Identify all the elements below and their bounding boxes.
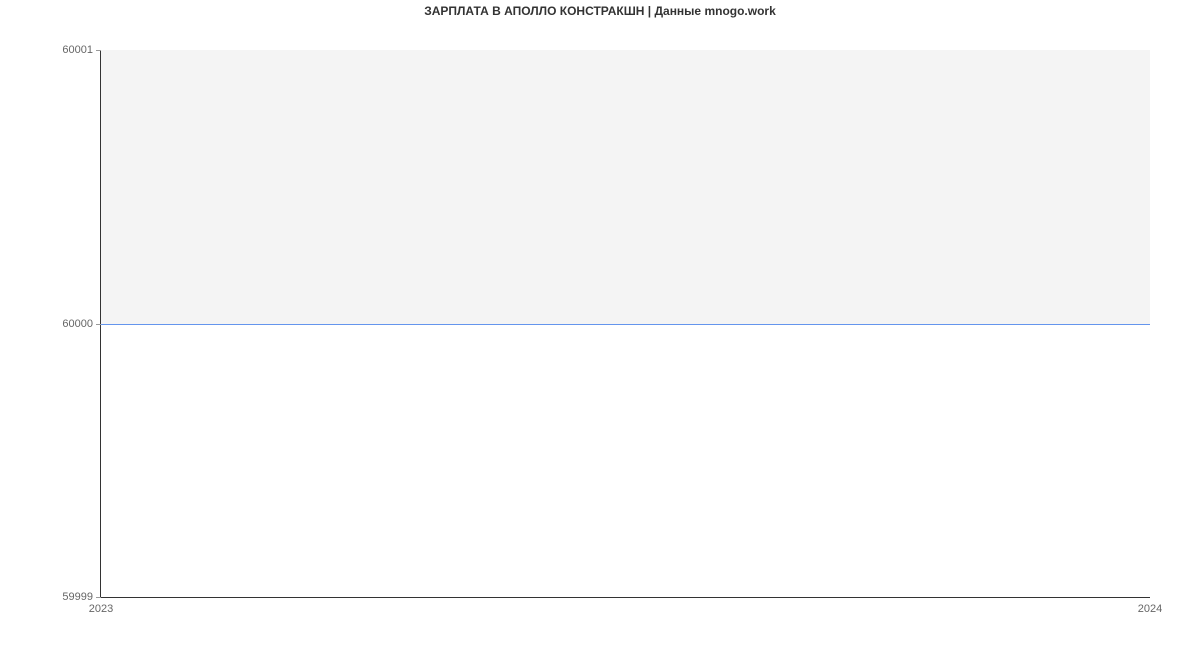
y-tick-mark — [96, 50, 101, 51]
plot-band-upper — [101, 50, 1150, 324]
plot-band-lower — [101, 324, 1150, 598]
x-tick-label: 2023 — [89, 597, 113, 615]
chart-container: ЗАРПЛАТА В АПОЛЛО КОНСТРАКШН | Данные mn… — [0, 0, 1200, 650]
series-line — [101, 324, 1150, 325]
x-tick-label: 2024 — [1138, 597, 1162, 615]
chart-title: ЗАРПЛАТА В АПОЛЛО КОНСТРАКШН | Данные mn… — [0, 4, 1200, 18]
plot-area: 60001 60000 59999 2023 2024 — [100, 50, 1150, 598]
